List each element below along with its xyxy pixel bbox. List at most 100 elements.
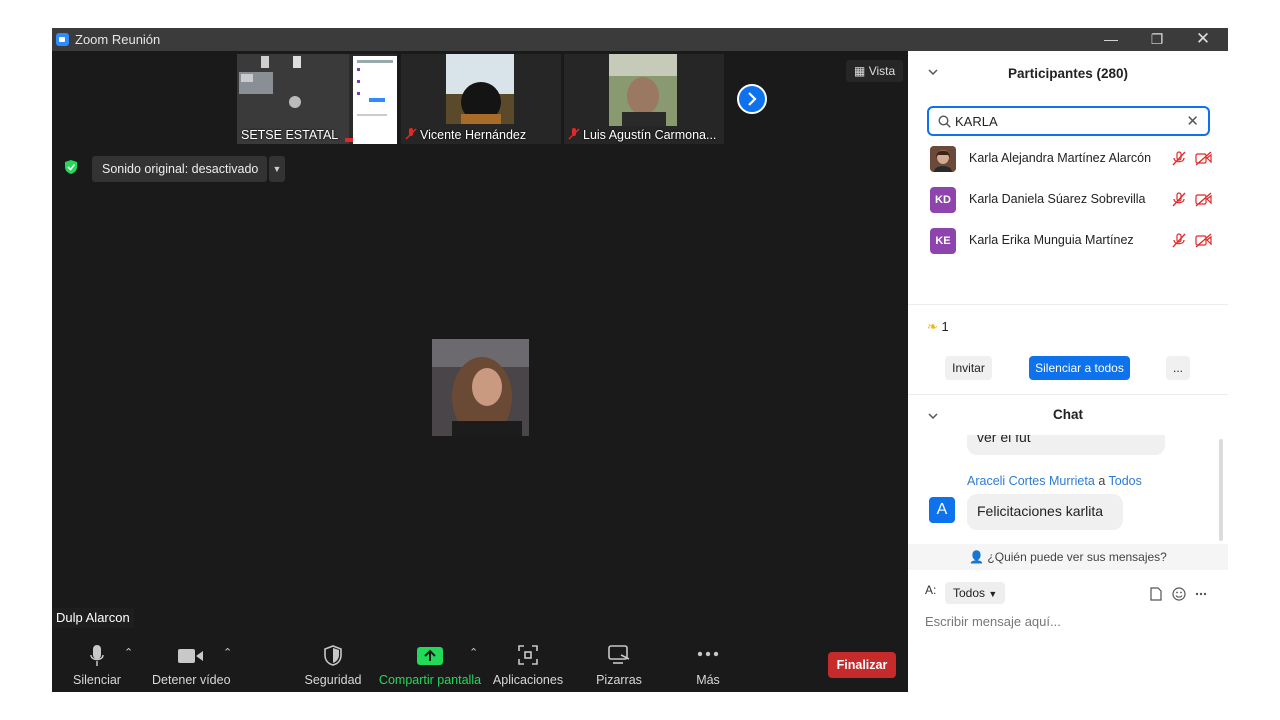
end-meeting-button[interactable]: Finalizar bbox=[828, 652, 896, 678]
participant-name: Karla Erika Munguia Martínez bbox=[969, 233, 1134, 247]
chat-message-text: Felicitaciones karlita bbox=[977, 503, 1104, 519]
minimize-icon[interactable]: — bbox=[1088, 28, 1134, 51]
mute-all-button[interactable]: Silenciar a todos bbox=[1029, 356, 1130, 380]
thumbnail-name: Vicente Hernández bbox=[420, 128, 527, 142]
divider bbox=[908, 304, 1228, 305]
chat-sender-line: Araceli Cortes Murrieta a Todos bbox=[967, 474, 1142, 488]
muted-mic-icon[interactable] bbox=[1172, 192, 1186, 207]
video-off-icon[interactable] bbox=[1195, 233, 1212, 248]
chevron-right-icon bbox=[748, 92, 757, 106]
search-input[interactable] bbox=[955, 113, 1185, 130]
active-speaker-video bbox=[432, 339, 529, 436]
muted-mic-icon[interactable] bbox=[1172, 233, 1186, 248]
thumbnail-name-row: Luis Agustín Carmona... bbox=[568, 128, 716, 142]
recipient-value: Todos bbox=[953, 586, 986, 600]
chat-scrollbar[interactable] bbox=[1219, 439, 1223, 541]
reaction-count: 1 bbox=[941, 319, 949, 334]
restore-icon[interactable]: ❐ bbox=[1134, 28, 1180, 51]
meeting-toolbar: Silenciar ⌃ Detener vídeo ⌃ Seguridad Co… bbox=[52, 636, 908, 692]
participants-title: Participantes (280) bbox=[1007, 66, 1129, 81]
stop-video-label: Detener vídeo bbox=[152, 673, 231, 687]
whiteboards-button[interactable]: Pizarras bbox=[588, 636, 650, 692]
share-screen-button[interactable]: Compartir pantalla bbox=[378, 636, 482, 692]
audio-options-caret-icon[interactable]: ⌃ bbox=[124, 646, 133, 659]
search-icon bbox=[938, 115, 951, 128]
avatar bbox=[930, 146, 956, 172]
microphone-icon bbox=[90, 645, 104, 666]
thumbnail-name-row: Vicente Hernández bbox=[405, 128, 526, 142]
avatar: KE bbox=[930, 228, 956, 254]
file-icon[interactable] bbox=[1150, 587, 1162, 601]
participant-row[interactable]: KE Karla Erika Munguia Martínez bbox=[908, 222, 1228, 260]
original-sound-label: Sonido original: desactivado bbox=[102, 162, 259, 176]
grid-icon: ▦ bbox=[854, 64, 866, 78]
zoom-window: Zoom Reunión — ❐ ✕ SETSE ESTATAL Vicente… bbox=[52, 28, 1228, 692]
next-page-button[interactable] bbox=[737, 84, 767, 114]
muted-mic-icon bbox=[568, 128, 580, 140]
video-off-icon[interactable] bbox=[1195, 151, 1212, 166]
view-button[interactable]: ▦ Vista bbox=[846, 60, 904, 82]
chat-recipient[interactable]: Todos bbox=[1109, 474, 1142, 488]
speaker-name: Dulp Alarcon bbox=[52, 608, 134, 628]
meeting-area: SETSE ESTATAL Vicente Hernández Luis Agu… bbox=[52, 51, 908, 692]
participant-row[interactable]: Karla Alejandra Martínez Alarcón bbox=[908, 140, 1228, 178]
more-button[interactable]: Más bbox=[678, 636, 738, 692]
chat-message-previous: ver el fut bbox=[967, 435, 1165, 455]
invite-button[interactable]: Invitar bbox=[945, 356, 992, 380]
whiteboards-label: Pizarras bbox=[596, 673, 642, 687]
thumbnail-setse[interactable]: SETSE ESTATAL bbox=[237, 54, 397, 144]
apps-label: Aplicaciones bbox=[492, 673, 564, 687]
share-screen-icon bbox=[417, 647, 443, 665]
emoji-icon[interactable] bbox=[1172, 587, 1186, 601]
chat-to-label: A: bbox=[925, 583, 937, 597]
chevron-down-icon: ▼ bbox=[988, 589, 998, 599]
who-can-see-link[interactable]: 👤 ¿Quién puede ver sus mensajes? bbox=[908, 544, 1228, 570]
clap-icon: ❧ bbox=[927, 319, 938, 334]
share-screen-label: Compartir pantalla bbox=[378, 673, 482, 687]
window-title: Zoom Reunión bbox=[75, 32, 161, 47]
view-label: Vista bbox=[868, 64, 896, 78]
participants-more-button[interactable]: ... bbox=[1166, 356, 1190, 380]
title-bar: Zoom Reunión — ❐ ✕ bbox=[52, 28, 1228, 51]
video-camera-icon bbox=[178, 649, 203, 663]
zoom-app-icon bbox=[56, 33, 69, 46]
video-off-icon[interactable] bbox=[1195, 192, 1212, 207]
mute-label: Silenciar bbox=[73, 673, 121, 687]
thumbnail-vicente[interactable]: Vicente Hernández bbox=[401, 54, 561, 144]
thumbnail-name: SETSE ESTATAL bbox=[241, 128, 339, 142]
security-button[interactable]: Seguridad bbox=[302, 636, 364, 692]
chat-title: Chat bbox=[1053, 407, 1083, 422]
chat-message-input[interactable]: Escribir mensaje aquí... bbox=[925, 614, 1061, 629]
more-options-icon[interactable] bbox=[1195, 592, 1207, 596]
original-sound-button[interactable]: Sonido original: desactivado ▼ bbox=[92, 156, 285, 182]
clear-search-icon[interactable]: ✕ bbox=[1186, 112, 1199, 130]
whiteboard-icon bbox=[608, 645, 630, 664]
dropdown-arrow-icon[interactable]: ▼ bbox=[269, 156, 285, 182]
muted-mic-icon[interactable] bbox=[1172, 151, 1186, 166]
chat-message: Felicitaciones karlita bbox=[967, 494, 1123, 530]
person-lock-icon: 👤 bbox=[969, 550, 985, 564]
more-dots-icon bbox=[697, 651, 719, 657]
who-can-see-label: ¿Quién puede ver sus mensajes? bbox=[987, 550, 1167, 564]
chat-sender[interactable]: Araceli Cortes Murrieta bbox=[967, 474, 1095, 488]
apps-button[interactable]: Aplicaciones bbox=[492, 636, 564, 692]
close-window-icon[interactable]: ✕ bbox=[1180, 28, 1226, 51]
participant-search: ✕ bbox=[927, 106, 1210, 136]
avatar: KD bbox=[930, 187, 956, 213]
video-options-caret-icon[interactable]: ⌃ bbox=[223, 646, 232, 659]
chat-to-word: a bbox=[1098, 474, 1106, 488]
muted-mic-icon bbox=[405, 128, 417, 140]
security-shield-icon bbox=[324, 645, 342, 666]
stop-video-button[interactable]: Detener vídeo bbox=[152, 636, 231, 692]
chat-sender-avatar: A bbox=[929, 497, 955, 523]
participant-row[interactable]: KD Karla Daniela Súarez Sobrevilla bbox=[908, 181, 1228, 219]
thumbnail-luis[interactable]: Luis Agustín Carmona... bbox=[564, 54, 724, 144]
share-options-caret-icon[interactable]: ⌃ bbox=[469, 646, 478, 659]
mute-button[interactable]: Silenciar bbox=[66, 636, 128, 692]
recipient-dropdown[interactable]: Todos ▼ bbox=[945, 582, 1006, 604]
encryption-shield-icon[interactable] bbox=[64, 159, 78, 175]
more-label: Más bbox=[696, 673, 720, 687]
side-panel: Participantes (280) ✕ Karla Alejandra Ma… bbox=[908, 51, 1228, 692]
participant-name: Karla Daniela Súarez Sobrevilla bbox=[969, 192, 1146, 206]
chat-message-text: ver el fut bbox=[977, 435, 1031, 445]
